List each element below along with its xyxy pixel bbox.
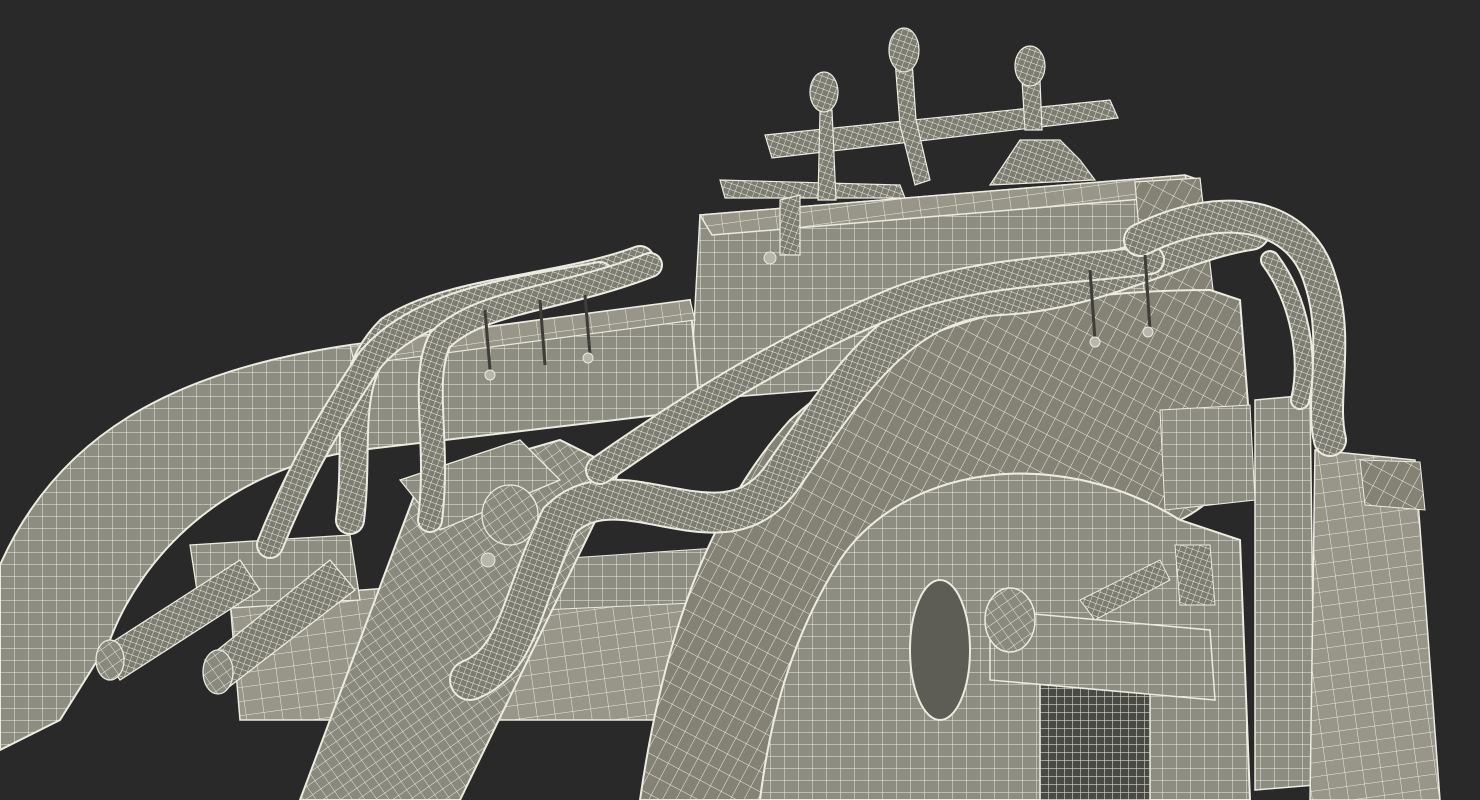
wireframe-model bbox=[0, 27, 1441, 800]
render-viewport bbox=[0, 0, 1480, 800]
pivot-hole bbox=[909, 579, 971, 721]
